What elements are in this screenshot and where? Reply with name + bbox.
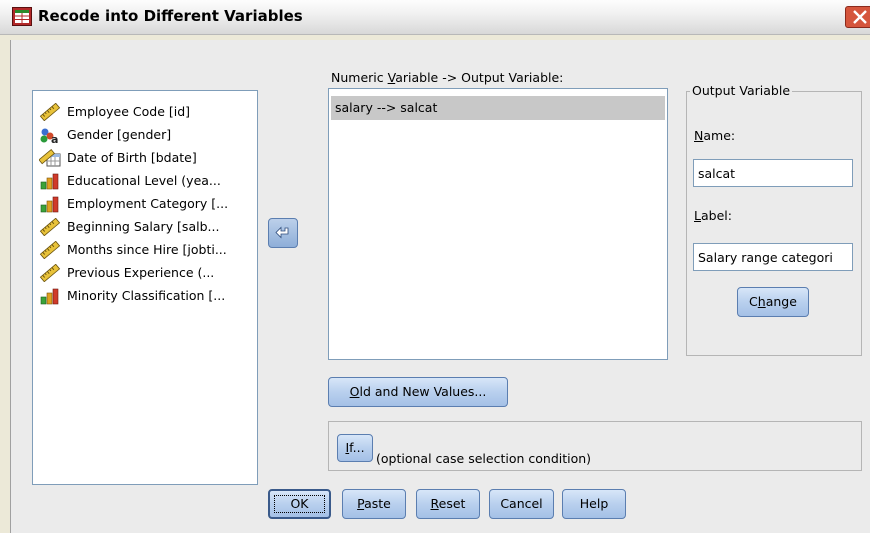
scale-ruler-icon [39,102,61,122]
title-bar: Recode into Different Variables [0,0,870,35]
variable-label: Months since Hire [jobti... [67,242,227,257]
variable-label: Date of Birth [bdate] [67,150,197,165]
change-button[interactable]: Change [737,287,809,317]
output-variable-legend: Output Variable [690,83,793,98]
svg-text:a: a [51,133,58,144]
variable-label: Employee Code [id] [67,104,191,119]
recode-app-icon [12,7,32,26]
close-button[interactable] [845,6,870,28]
mapping-item[interactable]: salary --> salcat [331,96,665,120]
variable-label: Beginning Salary [salb... [67,219,220,234]
variable-list-item[interactable]: Previous Experience (... [39,262,254,283]
label-label: Label: [694,208,732,223]
ordinal-bar-icon [39,172,61,190]
variable-list-item[interactable]: a Gender [gender] [39,124,254,146]
name-label: Name: [694,128,736,143]
variable-list-item[interactable]: Employment Category [... [39,193,254,214]
ordinal-bar-icon [39,287,61,305]
numeric-output-mapping-list[interactable]: salary --> salcat [328,88,668,360]
variable-list-item[interactable]: Educational Level (yea... [39,170,254,191]
variable-label: Gender [gender] [67,127,172,142]
name-field[interactable]: salcat [693,159,853,187]
variable-label: Employment Category [... [67,196,229,211]
help-button[interactable]: Help [562,489,626,519]
variable-label: Minority Classification [... [67,288,226,303]
if-description: (optional case selection condition) [376,451,592,466]
variable-list-item[interactable]: Date of Birth [bdate] [38,147,254,168]
date-scale-icon [38,148,61,167]
old-and-new-values-button[interactable]: Old and New Values... [328,377,508,407]
scale-ruler-icon [39,240,61,260]
arrow-left-icon [275,226,289,239]
scale-ruler-icon [39,217,61,237]
variable-list-item[interactable]: Minority Classification [... [39,285,254,306]
dialog-title: Recode into Different Variables [38,7,303,25]
recode-dialog: Recode into Different Variables Employee… [0,0,870,533]
nominal-string-icon: a [39,126,61,146]
variable-list-item[interactable]: Employee Code [id] [39,101,254,122]
variable-list-item[interactable]: Months since Hire [jobti... [39,239,254,260]
close-icon [853,10,867,24]
paste-button[interactable]: Paste [342,489,406,519]
source-variable-list[interactable]: Employee Code [id] a Gender [gender] Date o… [32,90,258,485]
mapping-header: Numeric Variable -> Output Variable: [331,70,564,85]
if-button[interactable]: If... [337,434,373,462]
scale-ruler-icon [39,263,61,283]
cancel-button[interactable]: Cancel [489,489,554,519]
label-field[interactable]: Salary range categori [693,243,853,271]
variable-label: Educational Level (yea... [67,173,221,188]
variable-label: Previous Experience (... [67,265,215,280]
focus-rectangle [274,495,325,513]
ordinal-bar-icon [39,195,61,213]
variable-list-item[interactable]: Beginning Salary [salb... [39,216,254,237]
move-back-button[interactable] [268,218,298,248]
reset-button[interactable]: Reset [416,489,480,519]
ok-button[interactable]: OK [268,489,331,519]
mapping-item-text: salary --> salcat [335,100,438,115]
